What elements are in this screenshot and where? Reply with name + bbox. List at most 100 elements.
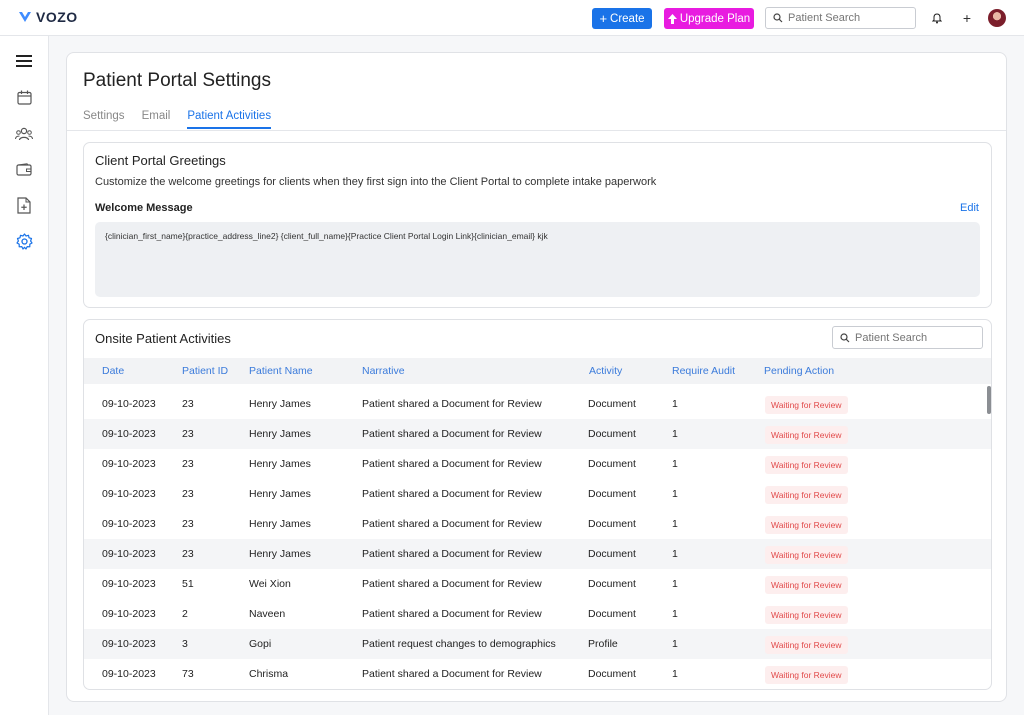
status-badge[interactable]: Waiting for Review (765, 606, 848, 624)
cell-date: 09-10-2023 (102, 548, 156, 560)
tab-settings[interactable]: Settings (83, 110, 125, 129)
cell-require-audit: 1 (672, 458, 678, 470)
tab-patient-activities[interactable]: Patient Activities (187, 110, 272, 129)
status-badge[interactable]: Waiting for Review (765, 666, 848, 684)
cell-patient-id: 3 (182, 638, 188, 650)
cell-require-audit: 1 (672, 578, 678, 590)
cell-activity: Document (588, 518, 636, 530)
cell-narrative: Patient shared a Document for Review (362, 608, 542, 620)
cell-patient-id: 2 (182, 608, 188, 620)
cell-narrative: Patient shared a Document for Review (362, 488, 542, 500)
tab-email[interactable]: Email (142, 110, 171, 129)
cell-patient-id: 23 (182, 428, 194, 440)
table-scrollbar[interactable] (987, 386, 991, 414)
wallet-icon[interactable] (15, 160, 33, 178)
status-badge[interactable]: Waiting for Review (765, 486, 848, 504)
column-patient-name[interactable]: Patient Name (249, 365, 313, 377)
table-row[interactable]: 09-10-2023 73 Chrisma Patient shared a D… (84, 659, 991, 689)
cell-activity: Document (588, 548, 636, 560)
cell-narrative: Patient shared a Document for Review (362, 518, 542, 530)
cell-patient-id: 51 (182, 578, 194, 590)
plus-icon: + (962, 10, 972, 26)
cell-date: 09-10-2023 (102, 638, 156, 650)
cell-patient-id: 23 (182, 488, 194, 500)
cell-activity: Document (588, 608, 636, 620)
user-avatar[interactable] (988, 9, 1006, 27)
cell-activity: Profile (588, 638, 618, 650)
cell-date: 09-10-2023 (102, 608, 156, 620)
main-card: Patient Portal Settings Settings Email P… (66, 52, 1007, 702)
table-row[interactable]: 09-10-2023 51 Wei Xion Patient shared a … (84, 569, 991, 599)
cell-activity: Document (588, 428, 636, 440)
cell-patient-id: 23 (182, 518, 194, 530)
top-patient-search[interactable] (765, 7, 916, 29)
cell-patient-name: Naveen (249, 608, 286, 620)
column-require-audit[interactable]: Require Audit (672, 365, 735, 377)
table-row[interactable]: 09-10-2023 2 Naveen Patient shared a Doc… (84, 599, 991, 629)
users-icon[interactable] (15, 125, 33, 143)
status-badge[interactable]: Waiting for Review (765, 396, 848, 414)
table-row[interactable]: 09-10-2023 23 Henry James Patient shared… (84, 389, 991, 419)
create-button[interactable]: + Create (592, 8, 652, 29)
activities-patient-search[interactable] (832, 326, 983, 349)
cell-narrative: Patient shared a Document for Review (362, 578, 542, 590)
calendar-icon[interactable] (15, 88, 33, 106)
cell-narrative: Patient shared a Document for Review (362, 548, 542, 560)
status-badge[interactable]: Waiting for Review (765, 576, 848, 594)
bell-icon (932, 12, 942, 23)
cell-require-audit: 1 (672, 638, 678, 650)
table-row[interactable]: 09-10-2023 23 Henry James Patient shared… (84, 479, 991, 509)
cell-patient-name: Henry James (249, 458, 311, 470)
cell-patient-name: Henry James (249, 398, 311, 410)
table-row[interactable]: 09-10-2023 23 Henry James Patient shared… (84, 449, 991, 479)
cell-require-audit: 1 (672, 608, 678, 620)
status-badge[interactable]: Waiting for Review (765, 546, 848, 564)
cell-patient-name: Wei Xion (249, 578, 291, 590)
table-row[interactable]: 09-10-2023 23 Henry James Patient shared… (84, 419, 991, 449)
arrow-up-icon (667, 13, 677, 24)
table-row[interactable]: 09-10-2023 3 Gopi Patient request change… (84, 629, 991, 659)
cell-patient-id: 23 (182, 458, 194, 470)
status-badge[interactable]: Waiting for Review (765, 426, 848, 444)
brand-name: VOZO (36, 9, 78, 25)
cell-date: 09-10-2023 (102, 668, 156, 680)
welcome-message-label: Welcome Message (95, 202, 193, 214)
tabs-divider (67, 130, 1006, 131)
document-add-icon[interactable] (15, 196, 33, 214)
cell-narrative: Patient shared a Document for Review (362, 668, 542, 680)
cell-patient-name: Henry James (249, 488, 311, 500)
cell-activity: Document (588, 578, 636, 590)
table-row[interactable]: 09-10-2023 23 Henry James Patient shared… (84, 539, 991, 569)
status-badge[interactable]: Waiting for Review (765, 516, 848, 534)
settings-icon[interactable] (15, 232, 33, 250)
cell-patient-name: Henry James (249, 428, 311, 440)
edit-welcome-message-link[interactable]: Edit (960, 202, 979, 214)
cell-date: 09-10-2023 (102, 428, 156, 440)
upgrade-plan-button[interactable]: Upgrade Plan (664, 8, 754, 29)
notifications-button[interactable] (928, 9, 946, 27)
column-activity[interactable]: Activity (589, 365, 622, 377)
cell-activity: Document (588, 488, 636, 500)
cell-date: 09-10-2023 (102, 518, 156, 530)
search-icon (840, 332, 850, 342)
column-patient-id[interactable]: Patient ID (182, 365, 228, 377)
status-badge[interactable]: Waiting for Review (765, 456, 848, 474)
column-narrative[interactable]: Narrative (362, 365, 405, 377)
table-header: Date Patient ID Patient Name Narrative A… (84, 358, 991, 384)
table-row[interactable]: 09-10-2023 23 Henry James Patient shared… (84, 509, 991, 539)
column-pending-action[interactable]: Pending Action (764, 365, 834, 377)
brand-logo[interactable]: VOZO (18, 9, 78, 25)
upgrade-plan-label: Upgrade Plan (679, 12, 751, 25)
cell-require-audit: 1 (672, 518, 678, 530)
add-button[interactable]: + (958, 9, 976, 27)
status-badge[interactable]: Waiting for Review (765, 636, 848, 654)
plus-icon: + (599, 11, 608, 26)
cell-patient-name: Chrisma (249, 668, 289, 680)
column-date[interactable]: Date (102, 365, 124, 377)
cell-require-audit: 1 (672, 548, 678, 560)
activities-search-input[interactable] (855, 331, 975, 344)
top-search-input[interactable] (788, 12, 908, 24)
menu-icon[interactable] (15, 52, 33, 70)
activities-title: Onsite Patient Activities (95, 331, 231, 346)
search-icon (773, 13, 783, 23)
